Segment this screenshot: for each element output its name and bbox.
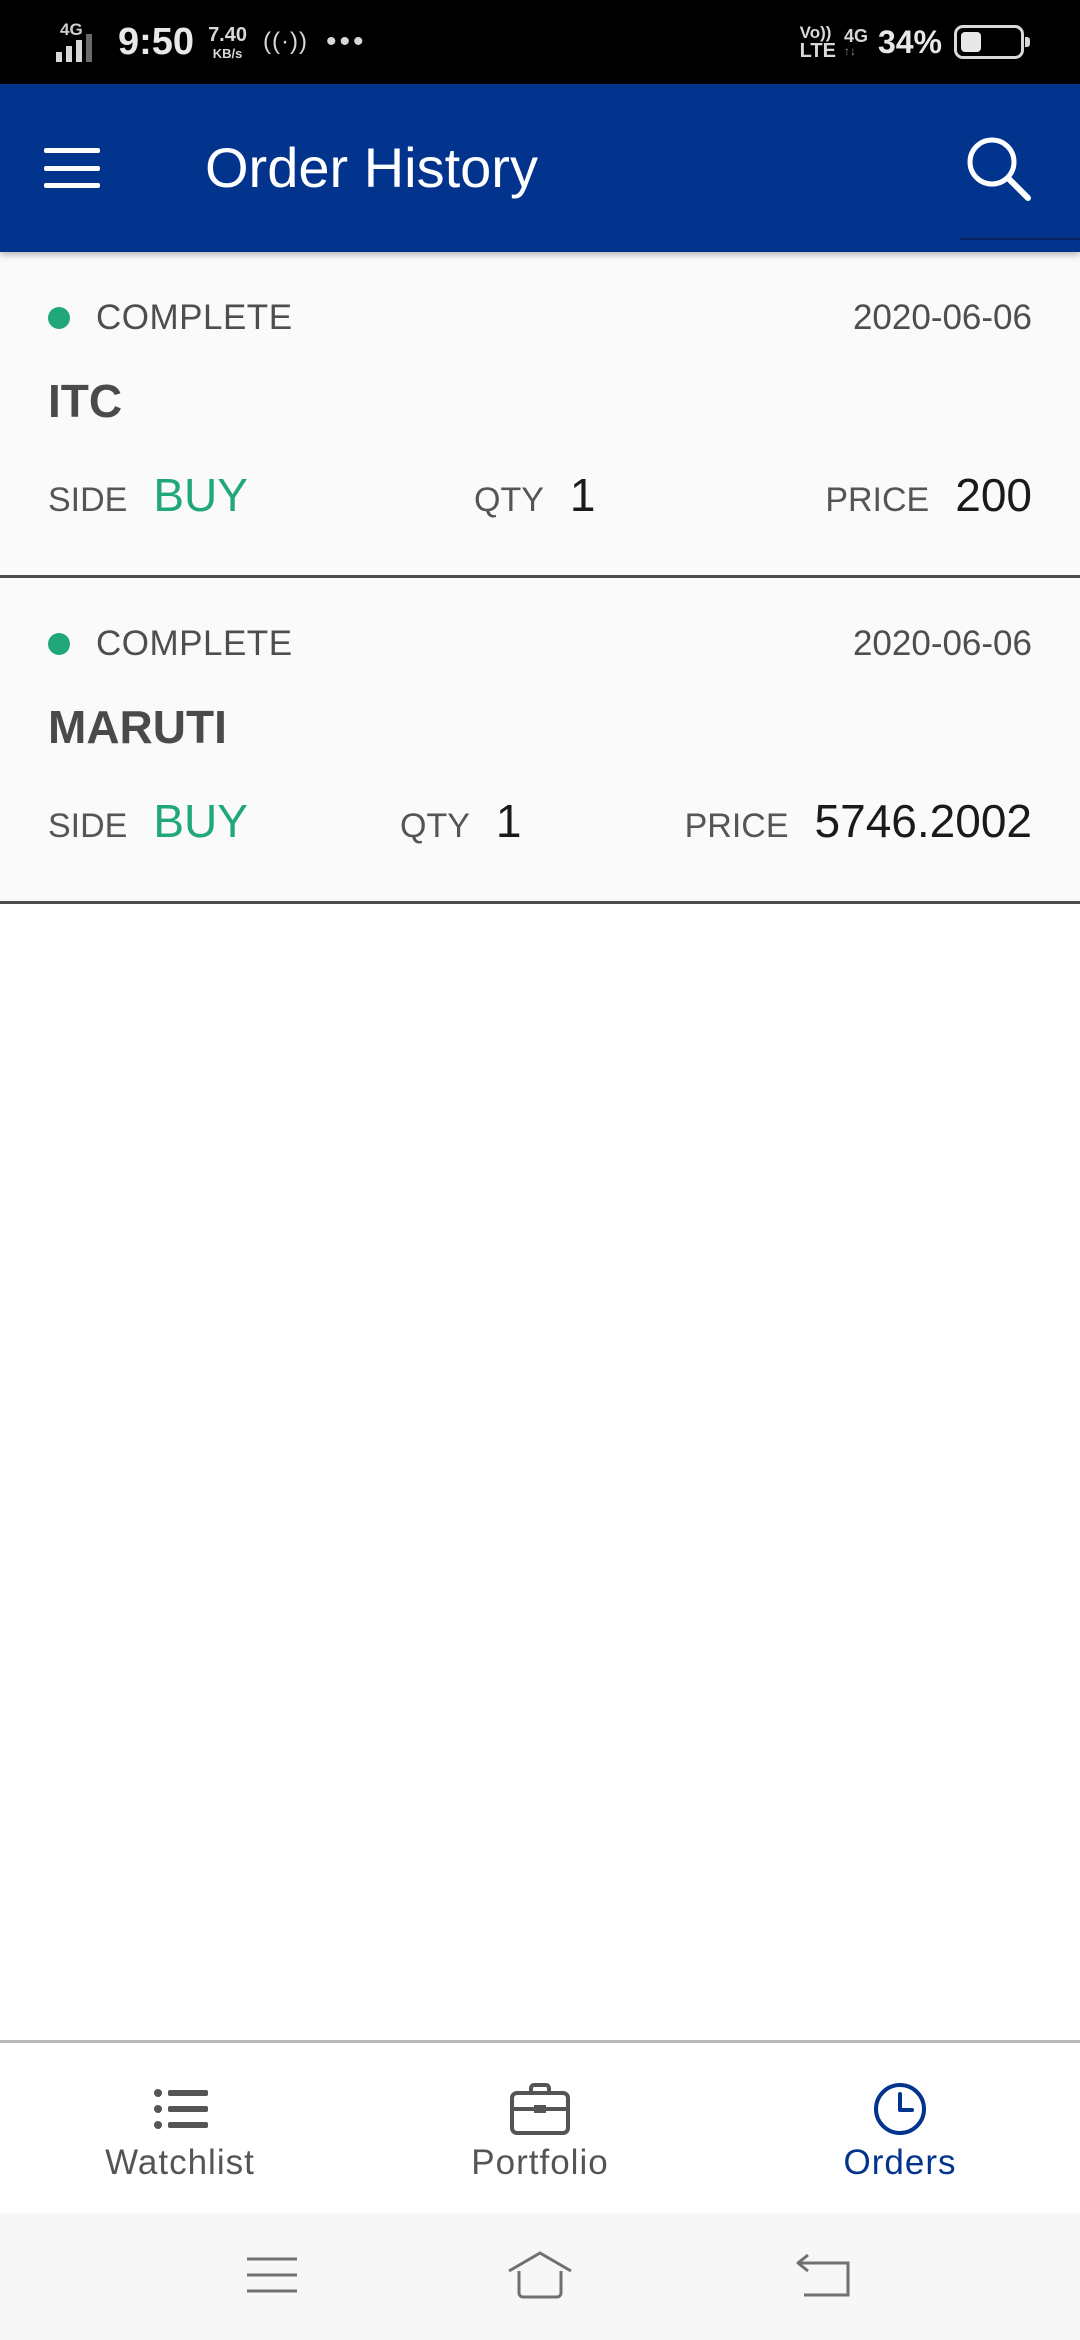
price-label: PRICE (825, 481, 930, 519)
order-qty: QTY 1 (400, 794, 522, 848)
more-notifications-icon: ••• (325, 25, 367, 58)
price-value: 5746.2002 (814, 795, 1032, 847)
status-bar-right: Vo)) LTE 4G ↑↓ 34% (799, 0, 1030, 84)
orders-list: COMPLETE 2020-06-06 ITC SIDE BUY QTY 1 P… (0, 252, 1080, 904)
side-value: BUY (153, 469, 248, 521)
cellular-signal-icon: 4G (56, 20, 104, 64)
order-status: COMPLETE (48, 298, 293, 338)
app-bar: Order History (0, 84, 1080, 252)
side-value: BUY (153, 795, 248, 847)
status-bar-left: 4G 9:50 7.40 KB/s ((·)) ••• (56, 0, 366, 84)
qty-label: QTY (400, 807, 470, 845)
battery-icon (954, 25, 1030, 59)
system-menu-icon[interactable] (237, 2243, 307, 2307)
hamburger-menu-icon[interactable] (42, 142, 102, 194)
order-qty: QTY 1 (474, 468, 596, 522)
order-date: 2020-06-06 (852, 624, 1032, 663)
search-icon[interactable] (962, 132, 1034, 204)
network-speed-value: 7.40 (208, 23, 247, 46)
price-label: PRICE (684, 807, 789, 845)
order-date: 2020-06-06 (852, 298, 1032, 337)
side-label: SIDE (48, 481, 128, 519)
order-status-label: COMPLETE (96, 624, 293, 663)
nav-label-portfolio: Portfolio (471, 2143, 609, 2182)
status-bar: 4G 9:50 7.40 KB/s ((·)) ••• Vo)) LTE 4G … (0, 0, 1080, 84)
nav-label-watchlist: Watchlist (105, 2143, 255, 2182)
bottom-navigation: Watchlist Portfolio Orders (0, 2040, 1080, 2213)
order-symbol: ITC (48, 375, 123, 427)
nav-item-portfolio[interactable]: Portfolio (360, 2043, 720, 2213)
order-card[interactable]: COMPLETE 2020-06-06 ITC SIDE BUY QTY 1 P… (0, 252, 1080, 578)
qty-value: 1 (569, 469, 596, 521)
order-side: SIDE BUY (48, 468, 248, 522)
volte-icon: Vo)) LTE (799, 22, 836, 62)
price-value: 200 (955, 469, 1032, 521)
order-side: SIDE BUY (48, 794, 248, 848)
battery-percentage: 34% (877, 23, 942, 60)
system-back-icon[interactable] (790, 2243, 860, 2307)
clock-time: 9:50 (118, 20, 195, 63)
order-status-label: COMPLETE (96, 298, 293, 337)
status-dot-icon (48, 633, 70, 655)
hotspot-icon: ((·)) (263, 28, 308, 55)
qty-label: QTY (474, 481, 544, 519)
screen: 4G 9:50 7.40 KB/s ((·)) ••• Vo)) LTE 4G … (0, 0, 1080, 2340)
status-dot-icon (48, 307, 70, 329)
order-card[interactable]: COMPLETE 2020-06-06 MARUTI SIDE BUY QTY … (0, 578, 1080, 904)
order-status: COMPLETE (48, 624, 293, 664)
network-speed: 7.40 KB/s (208, 25, 247, 60)
nav-item-watchlist[interactable]: Watchlist (0, 2043, 360, 2213)
page-title: Order History (205, 136, 538, 199)
order-price: PRICE 5746.2002 (685, 794, 1032, 848)
data-network-icon: 4G ↑↓ (843, 26, 868, 58)
nav-label-orders: Orders (843, 2143, 957, 2182)
nav-item-orders[interactable]: Orders (720, 2043, 1080, 2213)
order-price: PRICE 200 (825, 468, 1032, 522)
system-navigation-bar (0, 2213, 1080, 2340)
battery-level (961, 32, 981, 52)
order-symbol: MARUTI (48, 701, 227, 753)
qty-value: 1 (495, 795, 522, 847)
list-icon (154, 2089, 208, 2129)
system-home-icon[interactable] (505, 2243, 575, 2307)
clock-icon (874, 2083, 926, 2135)
briefcase-icon (510, 2083, 570, 2135)
side-label: SIDE (48, 807, 128, 845)
search-underline (960, 238, 1080, 240)
network-speed-unit: KB/s (212, 45, 243, 61)
